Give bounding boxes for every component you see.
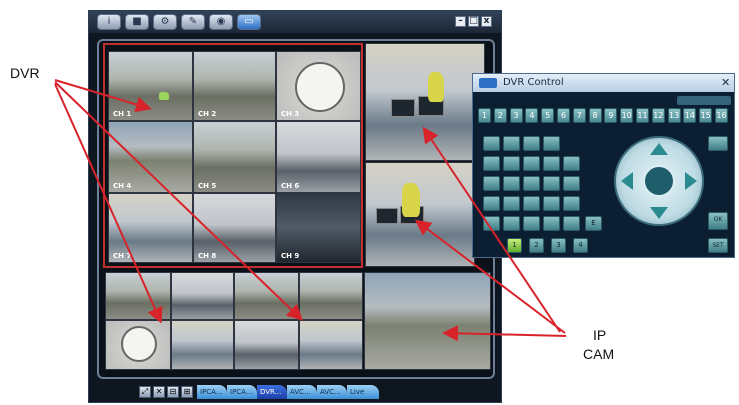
arrow-dvr-2 [54, 81, 303, 321]
arrow-dvr-3 [54, 83, 163, 324]
annotation-arrows [54, 79, 567, 342]
arrow-ip-3 [442, 325, 567, 342]
arrow-ip-2 [414, 219, 566, 334]
arrow-ip-1 [422, 126, 561, 333]
arrow-dvr-1 [54, 79, 152, 113]
